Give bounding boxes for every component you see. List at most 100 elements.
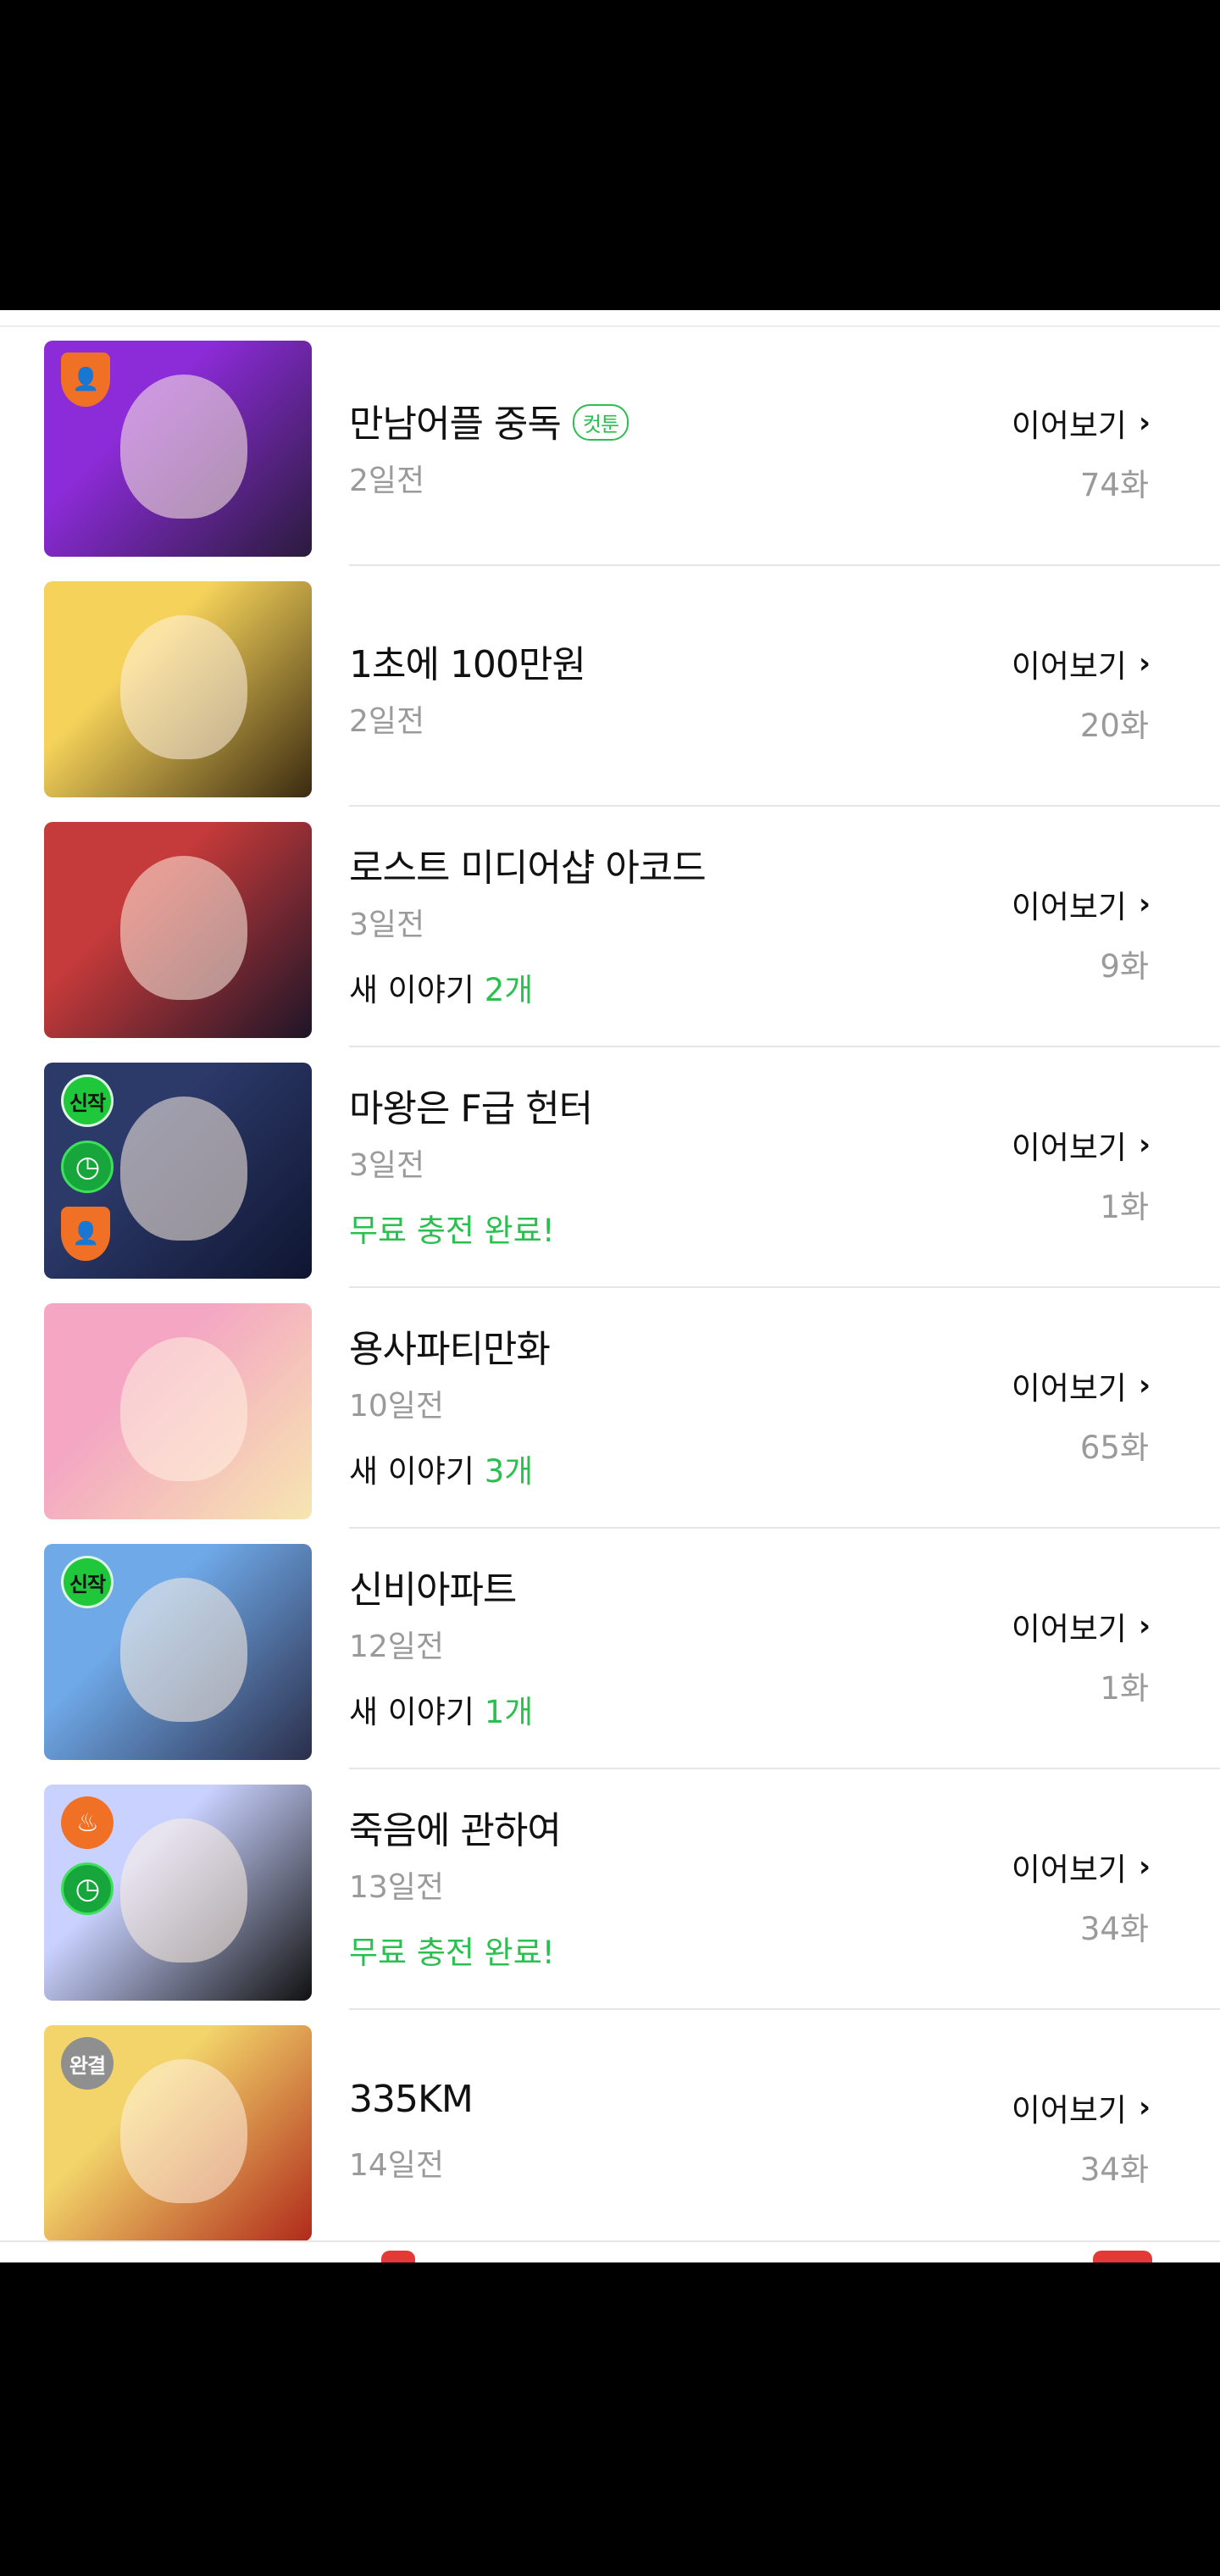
last-read-date: 10일전 [349, 1389, 445, 1424]
episode-number: 9화 [1100, 948, 1149, 985]
cuttoon-tag: 컷툰 [572, 403, 629, 441]
timer-icon: ◷ [61, 1141, 114, 1193]
update-status-highlight: 3개 [484, 1453, 534, 1490]
thumbnail-figure [120, 615, 247, 759]
episode-number: 1화 [1100, 1670, 1149, 1707]
list-item[interactable]: 1초에 100만원 2일전 이어보기 › 20화 [0, 566, 1220, 807]
update-status-prefix: 새 이야기 [349, 1694, 485, 1730]
webtoon-title: 만남어플 중독 컷툰 [349, 393, 629, 447]
webtoon-title-text: 마왕은 F급 헌터 [349, 1087, 593, 1130]
last-read-date: 13일전 [349, 1870, 445, 1905]
thumbnail-figure [120, 1096, 247, 1241]
episode-number: 34화 [1079, 1911, 1149, 1947]
nav-badge-red [381, 2251, 415, 2262]
continue-reading-label: 이어보기 [1011, 1130, 1127, 1166]
episode-number: 65화 [1079, 1430, 1149, 1466]
chevron-right-icon: › [1138, 887, 1151, 921]
webtoon-history-list: 👤 만남어플 중독 컷툰 2일전 이어보기 › 74화 1초에 100만원 2일전 이어보기 › 20… [0, 310, 1220, 2262]
continue-reading-button[interactable]: 이어보기 › [1012, 1844, 1151, 1890]
continue-reading-button[interactable]: 이어보기 › [1012, 1122, 1151, 1168]
thumbnail-image[interactable] [44, 1303, 312, 1519]
thumbnail-figure [120, 2059, 247, 2203]
continue-reading-button[interactable]: 이어보기 › [1012, 400, 1151, 446]
webtoon-title: 1초에 100만원 [349, 634, 586, 688]
thumbnail-figure [120, 1337, 247, 1481]
webtoon-title: 신비아파트 [349, 1559, 517, 1613]
thumbnail-figure [120, 375, 247, 519]
thumbnail-image[interactable] [44, 822, 312, 1038]
webtoon-title: 로스트 미디어샵 아코드 [349, 837, 707, 891]
continue-reading-button[interactable]: 이어보기 › [1012, 641, 1151, 686]
update-status-prefix: 새 이야기 [349, 1453, 485, 1490]
episode-number: 20화 [1079, 708, 1149, 744]
thumbnail-image[interactable]: ♨ ◷ [44, 1785, 312, 2001]
continue-reading-button[interactable]: 이어보기 › [1012, 1603, 1151, 1649]
update-status: 새 이야기 1개 [349, 1686, 533, 1732]
list-item[interactable]: 완결 335KM 14일전 이어보기 › 34화 [0, 2010, 1220, 2251]
continue-reading-label: 이어보기 [1011, 889, 1127, 925]
continue-reading-button[interactable]: 이어보기 › [1012, 1363, 1151, 1408]
list-item[interactable]: 로스트 미디어샵 아코드 3일전새 이야기 2개 이어보기 › 9화 [0, 807, 1220, 1047]
webtoon-title-text: 용사파티만화 [349, 1328, 551, 1371]
completed-badge: 완결 [61, 2037, 114, 2090]
update-status-highlight: 2개 [484, 972, 534, 1008]
webtoon-title: 335KM [349, 2078, 474, 2121]
update-status: 새 이야기 3개 [349, 1446, 533, 1491]
update-status-highlight: 무료 충전 완료! [349, 1213, 555, 1249]
thumbnail-figure [120, 1578, 247, 1722]
person-icon: 👤 [61, 353, 110, 407]
update-status: 무료 충전 완료! [349, 1927, 555, 1973]
last-read-date: 12일전 [349, 1629, 445, 1664]
new-badge: 신작 [61, 1556, 114, 1608]
list-item[interactable]: 신작 ◷ 👤 마왕은 F급 헌터 3일전무료 충전 완료! 이어보기 › 1화 [0, 1047, 1220, 1288]
nav-badge-red-2 [1093, 2251, 1152, 2262]
list-item[interactable]: 용사파티만화 10일전새 이야기 3개 이어보기 › 65화 [0, 1288, 1220, 1529]
webtoon-title: 죽음에 관하여 [349, 1800, 562, 1854]
update-status: 새 이야기 2개 [349, 964, 533, 1010]
chevron-right-icon: › [1138, 1609, 1151, 1643]
thumbnail-image[interactable]: 👤 [44, 341, 312, 557]
continue-reading-label: 이어보기 [1011, 2092, 1127, 2129]
last-read-date: 3일전 [349, 1148, 425, 1183]
bottom-navigation-bar[interactable] [0, 2240, 1220, 2262]
list-item[interactable]: ♨ ◷ 죽음에 관하여 13일전 무료 충전 완료! 이어보기 › 34화 [0, 1769, 1220, 2010]
continue-reading-label: 이어보기 [1011, 1370, 1127, 1407]
update-status-highlight: 무료 충전 완료! [349, 1935, 555, 1971]
thumbnail-figure [120, 856, 247, 1000]
update-status-highlight: 1개 [484, 1694, 534, 1730]
continue-reading-label: 이어보기 [1011, 1611, 1127, 1647]
continue-reading-button[interactable]: 이어보기 › [1012, 2085, 1151, 2130]
webtoon-title: 용사파티만화 [349, 1319, 551, 1373]
chevron-right-icon: › [1138, 647, 1151, 680]
new-badge: 신작 [61, 1074, 114, 1127]
last-read-date: 2일전 [349, 464, 425, 498]
chevron-right-icon: › [1138, 2090, 1151, 2124]
thumbnail-figure [120, 1818, 247, 1963]
continue-reading-label: 이어보기 [1011, 1852, 1127, 1888]
last-read-date: 3일전 [349, 908, 425, 942]
webtoon-title: 마왕은 F급 헌터 [349, 1078, 593, 1132]
thumbnail-image[interactable]: 신작 [44, 1544, 312, 1760]
last-read-date: 2일전 [349, 704, 425, 739]
continue-reading-label: 이어보기 [1011, 648, 1127, 685]
webtoon-title-text: 신비아파트 [349, 1568, 517, 1612]
last-read-date: 14일전 [349, 2148, 445, 2183]
chevron-right-icon: › [1138, 406, 1151, 440]
chevron-right-icon: › [1138, 1368, 1151, 1402]
list-item[interactable]: 신작 신비아파트 12일전새 이야기 1개 이어보기 › 1화 [0, 1529, 1220, 1769]
thumbnail-image[interactable] [44, 581, 312, 797]
continue-reading-button[interactable]: 이어보기 › [1012, 881, 1151, 927]
thumbnail-image[interactable]: 완결 [44, 2025, 312, 2241]
episode-number: 1화 [1100, 1189, 1149, 1225]
timer-icon: ◷ [61, 1863, 114, 1915]
episode-number: 34화 [1079, 2151, 1149, 2188]
chevron-right-icon: › [1138, 1850, 1151, 1884]
chevron-right-icon: › [1138, 1128, 1151, 1162]
list-item[interactable]: 👤 만남어플 중독 컷툰 2일전 이어보기 › 74화 [0, 325, 1220, 566]
fire-icon: ♨ [61, 1796, 114, 1849]
person-icon: 👤 [61, 1207, 110, 1261]
webtoon-title-text: 만남어플 중독 [349, 402, 562, 446]
webtoon-title-text: 죽음에 관하여 [349, 1809, 562, 1852]
thumbnail-image[interactable]: 신작 ◷ 👤 [44, 1063, 312, 1279]
webtoon-title-text: 335KM [349, 2078, 474, 2121]
